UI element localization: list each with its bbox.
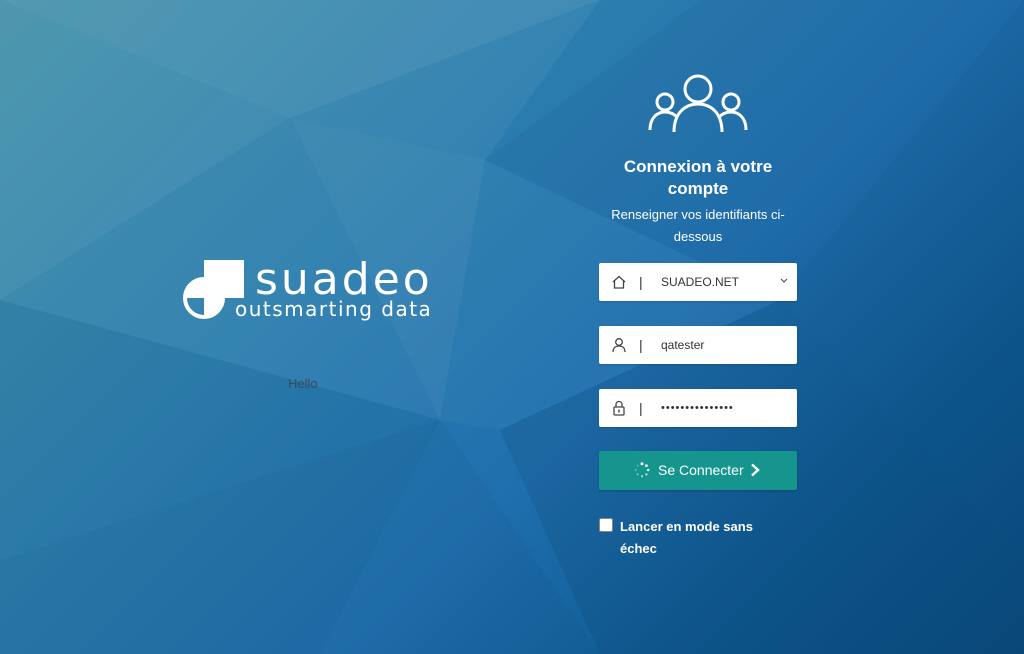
se-connecter-label: Se Connecter [658,462,744,478]
chevron-right-icon [751,463,760,477]
username-input[interactable] [661,335,785,355]
username-field-container: | [599,326,797,364]
password-input[interactable]: ••••••••••••••• [661,399,734,417]
field-separator: | [639,274,643,290]
logo-tagline: outsmarting data [235,297,433,321]
users-group-icon [648,74,748,133]
home-icon [612,275,626,289]
suadeo-logo: suadeo outsmarting data [183,258,433,324]
chevron-down-icon [780,278,788,283]
safe-mode-label[interactable]: Lancer en mode sans échec [620,516,790,560]
safe-mode-checkbox[interactable] [599,518,613,532]
hello-text: Hello [288,376,318,391]
field-separator: | [639,337,643,353]
lock-icon [613,400,625,416]
login-title: Connexion à votre compte [623,157,773,198]
se-connecter-button[interactable]: Se Connecter [599,451,797,490]
background-pattern [0,0,1024,654]
login-page: suadeo outsmarting data Hello Connexion … [0,0,1024,654]
login-subtitle: Renseigner vos identifiants ci-dessous [611,207,785,244]
domain-value: SUADEO.NET [661,275,740,289]
spinner-icon [634,462,650,478]
field-separator: | [639,400,643,416]
user-icon [612,338,626,353]
logo-wordmark: suadeo [255,254,433,305]
password-field-container: | ••••••••••••••• [599,389,797,427]
domain-select[interactable]: | SUADEO.NET [599,263,797,301]
